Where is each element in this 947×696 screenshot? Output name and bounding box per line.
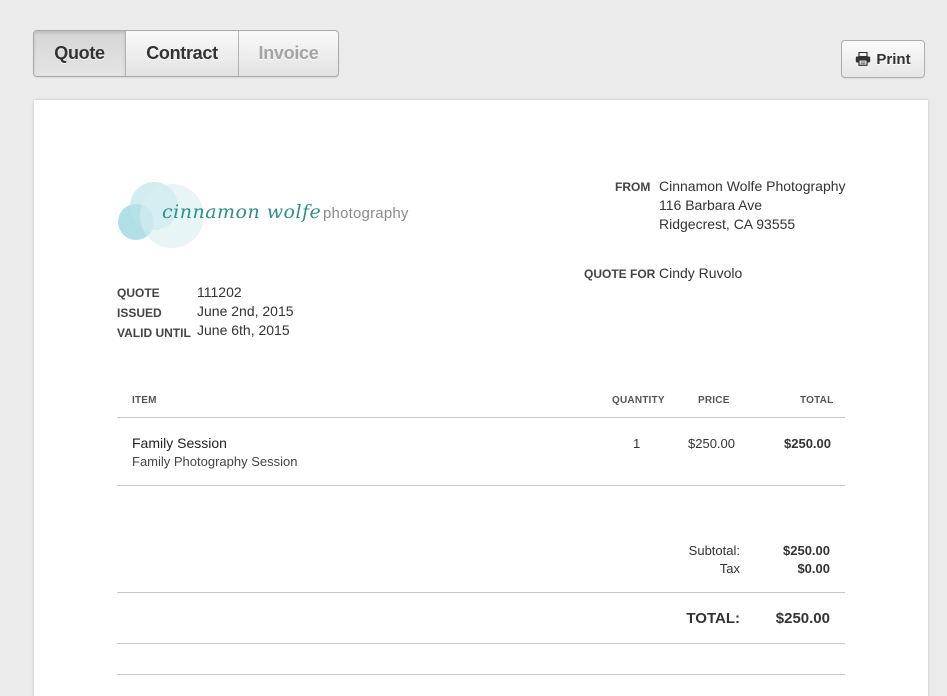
tab-contract[interactable]: Contract (125, 31, 238, 76)
footer-divider (117, 674, 845, 675)
quote-number-value: 111202 (197, 284, 242, 300)
valid-until-label: VALID UNTIL (117, 326, 191, 340)
item-total: $250.00 (784, 436, 831, 451)
valid-until-value: June 6th, 2015 (197, 322, 290, 338)
grand-total-label: TOTAL: (686, 610, 740, 627)
totals-divider-bottom (117, 643, 845, 644)
subtotal-label: Subtotal: (688, 543, 740, 558)
col-header-item: ITEM (132, 395, 157, 406)
quote-for-name: Cindy Ruvolo (659, 265, 743, 281)
from-line-address: 116 Barbara Ave (659, 197, 763, 213)
document-tabs: Quote Contract Invoice (33, 30, 339, 77)
tab-invoice[interactable]: Invoice (238, 31, 338, 76)
print-label: Print (876, 50, 911, 68)
tab-quote[interactable]: Quote (34, 31, 125, 76)
item-quantity: 1 (633, 436, 641, 451)
print-button[interactable]: Print (841, 40, 925, 78)
printer-icon (855, 52, 871, 66)
tax-value: $0.00 (797, 561, 830, 576)
company-logo: cinnamon wolfe photography (116, 174, 426, 254)
item-title: Family Session (132, 435, 227, 451)
item-description: Family Photography Session (132, 454, 298, 469)
issued-value: June 2nd, 2015 (197, 303, 294, 319)
totals-divider-top (117, 592, 845, 593)
tax-label: Tax (719, 561, 740, 576)
item-price: $250.00 (688, 436, 735, 451)
logo-script-text: cinnamon wolfe (162, 201, 322, 223)
col-header-price: PRICE (698, 395, 730, 406)
from-label: FROM (615, 180, 651, 194)
subtotal-value: $250.00 (783, 543, 830, 558)
col-header-quantity: QUANTITY (612, 395, 665, 406)
from-line-city: Ridgecrest, CA 93555 (659, 216, 796, 232)
table-header-divider (117, 417, 845, 418)
quote-for-label: QUOTE FOR (584, 267, 656, 281)
table-row-divider (117, 485, 845, 486)
quote-number-label: QUOTE (117, 286, 160, 300)
from-line-name: Cinnamon Wolfe Photography (659, 178, 846, 194)
grand-total-value: $250.00 (775, 610, 830, 627)
col-header-total: TOTAL (800, 395, 834, 406)
issued-label: ISSUED (117, 306, 162, 320)
logo-sub-text: photography (323, 205, 409, 222)
quote-document: cinnamon wolfe photography FROM Cinnamon… (34, 100, 928, 696)
